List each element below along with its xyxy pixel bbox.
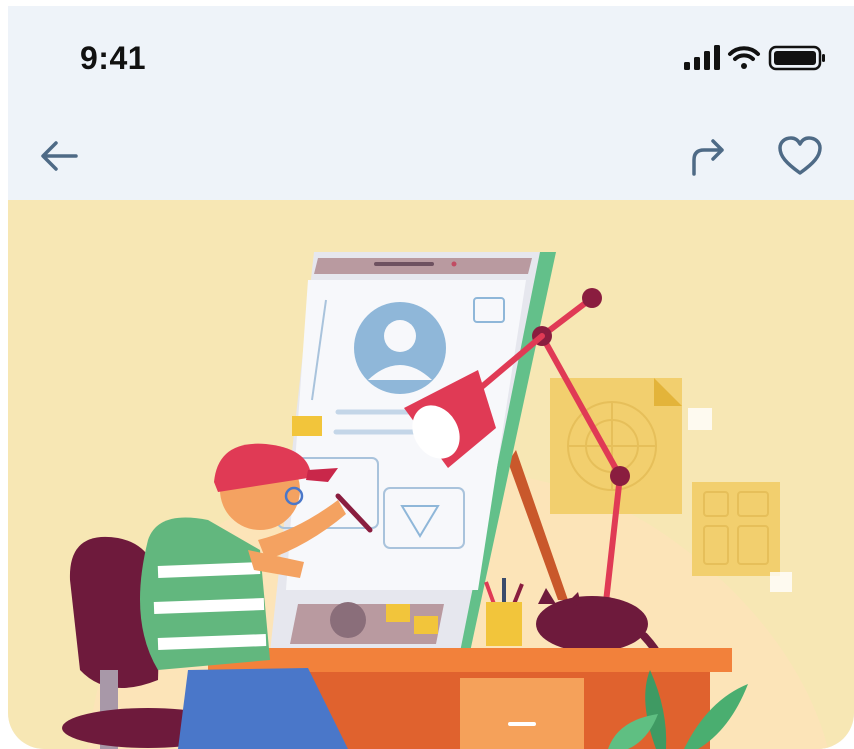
wall-note-small-2 [770,572,792,592]
wall-poster-wireframe [692,482,780,576]
hero-illustration [8,200,854,749]
status-bar: 9:41 [8,6,854,106]
favorite-button[interactable] [776,134,824,178]
wifi-icon [728,46,760,69]
back-arrow-icon [41,141,78,171]
wall-note-small [688,408,712,430]
status-icons [674,42,834,72]
designer-illustration [62,252,828,749]
share-button[interactable] [684,134,732,178]
battery-icon [768,45,825,71]
share-icon [692,139,724,176]
back-button[interactable] [36,134,84,178]
status-icons-svg [684,45,825,71]
heart-icon [778,136,822,175]
phone-screen: 9:41 [8,6,854,749]
status-time: 9:41 [80,40,147,76]
nav-bar [8,106,854,200]
cellular-signal-icon [684,45,720,70]
